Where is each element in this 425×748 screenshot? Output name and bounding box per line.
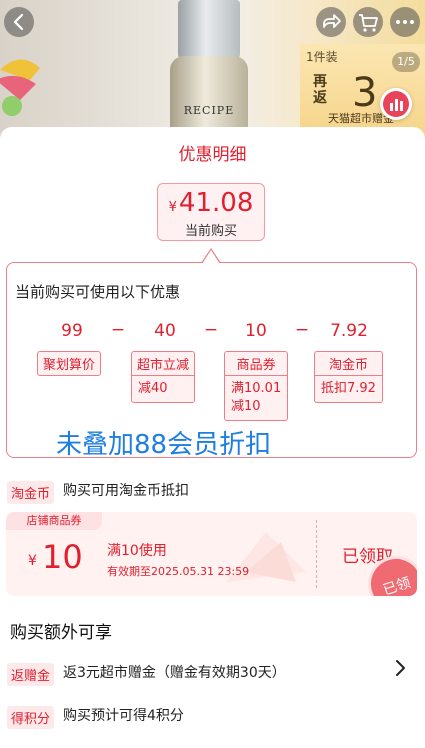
- coupon-type-tag: 店铺商品券: [6, 512, 102, 530]
- bar-chart-icon[interactable]: [380, 88, 412, 120]
- calc-number: 99: [61, 321, 83, 341]
- calc-minus: −: [203, 320, 219, 340]
- calc-number: 40: [154, 321, 176, 341]
- coin-text: 购买可用淘金币抵扣: [63, 483, 189, 499]
- coupon-status: 已领取: [342, 547, 393, 567]
- sheet-title: 优惠明细: [178, 145, 247, 165]
- calc-number: 10: [245, 321, 267, 341]
- coupon-amount: 10: [42, 538, 83, 576]
- bottle-label: RECIPE: [183, 104, 235, 117]
- chip-taojinbi: 淘金币 抵扣7.92: [314, 351, 383, 403]
- chip-juhuasuan: 聚划算价: [37, 351, 102, 376]
- points-text: 购买预计可得4积分: [63, 708, 184, 724]
- coin-tag: 淘金币: [7, 481, 55, 504]
- share-icon: [323, 14, 341, 28]
- rebate-word: 再返: [313, 74, 327, 106]
- breakdown-heading: 当前购买可使用以下优惠: [15, 283, 181, 301]
- coupon-currency: ¥: [28, 553, 37, 569]
- price-value: 41.08: [178, 188, 254, 218]
- coupon-watermark: [226, 532, 306, 582]
- more-button[interactable]: [390, 7, 420, 37]
- more-dots-icon: [396, 20, 414, 24]
- chip-product-coupon: 商品券 满10.01 减10: [224, 351, 289, 421]
- annotation-note: 未叠加88会员折扣: [56, 430, 272, 460]
- coupon-condition: 满10使用: [107, 543, 167, 559]
- decoration-graphic: [0, 59, 40, 116]
- coupon-divider: [316, 520, 317, 588]
- back-arrow-icon: [13, 13, 24, 31]
- calc-number: 7.92: [330, 321, 368, 341]
- share-button[interactable]: [316, 7, 346, 37]
- calc-minus: −: [294, 320, 310, 340]
- back-button[interactable]: [4, 7, 34, 37]
- points-tag: 得积分: [7, 706, 55, 729]
- current-price-box: ¥41.08 当前购买: [157, 183, 265, 241]
- rebate-text: 返3元超市赠金（赠金有效期30天）: [63, 665, 286, 681]
- benefit-row-points: 得积分 购买预计可得4积分: [0, 693, 425, 733]
- cart-button[interactable]: [353, 7, 383, 37]
- price-currency: ¥: [168, 200, 177, 215]
- product-bottle-image: RECIPE: [170, 0, 248, 140]
- chevron-right-icon[interactable]: [393, 658, 407, 678]
- coupon-expiry: 有效期至2025.05.31 23:59: [107, 565, 250, 578]
- extra-benefits-title: 购买额外可享: [10, 623, 112, 643]
- page-indicator: 1/5: [392, 52, 420, 72]
- cart-icon: [359, 14, 378, 32]
- price-caption: 当前购买: [184, 224, 237, 239]
- rebate-tag: 返赠金: [7, 663, 55, 686]
- chip-supermarket-discount: 超市立减 减40: [131, 351, 196, 403]
- calc-minus: −: [110, 320, 126, 340]
- quantity-label: 1件装: [306, 50, 338, 64]
- benefit-row-rebate[interactable]: 返赠金 返3元超市赠金（赠金有效期30天）: [0, 650, 425, 690]
